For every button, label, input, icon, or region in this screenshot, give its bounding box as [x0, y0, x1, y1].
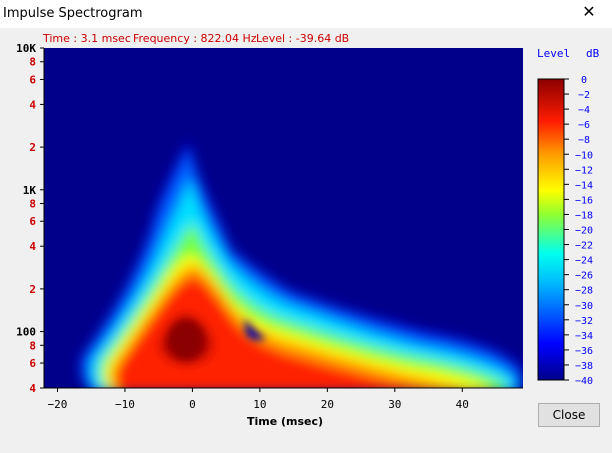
- colorbar-title-db: dB: [586, 47, 600, 60]
- spectrogram-chart: −20 −10 0 10 20 30 40 10K86421K8642100864 Time…: [16, 42, 600, 428]
- colorbar-tick-label: −20: [575, 226, 593, 237]
- colorbar-tick-label: −10: [575, 150, 593, 161]
- colorbar-title-level: Level: [537, 47, 570, 60]
- y-tick-label: 2: [29, 141, 36, 154]
- colorbar-tick-label: −40: [575, 376, 593, 387]
- x-tick-label: 40: [456, 398, 469, 411]
- colorbar-tick-label: −28: [575, 286, 593, 297]
- colorbar-tick-label: −6: [578, 120, 590, 131]
- y-tick-label: 8: [29, 339, 36, 352]
- colorbar-tick-label: −38: [575, 361, 593, 372]
- x-tick-label: 20: [321, 398, 334, 411]
- colorbar-tick-label: −14: [575, 180, 593, 191]
- x-tick-label: −10: [115, 398, 135, 411]
- y-tick-group: 10K86421K8642100864: [16, 42, 44, 395]
- x-tick-label: 30: [388, 398, 401, 411]
- colorbar-tick-label: −2: [578, 90, 590, 101]
- colorbar: [537, 78, 565, 381]
- y-tick-label: 2: [29, 283, 36, 296]
- colorbar-tick-group: 0 −2 −4 −6 −8 −10 −12 −14 −16 −18 −20 −22 −24 −26 −28 −…: [564, 75, 593, 387]
- y-tick-label: 4: [29, 240, 36, 253]
- colorbar-tick-label: −16: [575, 195, 593, 206]
- y-tick-label: 8: [29, 56, 36, 69]
- colorbar-tick-label: −32: [575, 316, 593, 327]
- y-tick-label: 4: [29, 98, 36, 111]
- y-tick-label: 100: [16, 326, 36, 339]
- colorbar-tick-label: −34: [575, 331, 593, 342]
- y-tick-label: 6: [29, 357, 36, 370]
- y-tick-label: 1K: [23, 184, 37, 197]
- y-tick-label: 10K: [16, 42, 36, 55]
- colorbar-tick-label: 0: [581, 75, 587, 86]
- y-tick-label: 8: [29, 198, 36, 211]
- colorbar-tick-label: −12: [575, 165, 593, 176]
- close-button[interactable]: Close: [538, 403, 600, 427]
- colorbar-tick-label: −26: [575, 271, 593, 282]
- x-tick-label: −20: [48, 398, 68, 411]
- heatmap-peak: [168, 320, 204, 360]
- y-tick-label: 6: [29, 73, 36, 86]
- y-tick-label: 6: [29, 215, 36, 228]
- colorbar-tick-label: −22: [575, 241, 593, 252]
- x-axis-label: Time (msec): [247, 415, 323, 428]
- colorbar-tick-label: −36: [575, 346, 593, 357]
- y-tick-label: 4: [29, 382, 36, 395]
- colorbar-tick-label: −24: [575, 256, 593, 267]
- colorbar-tick-label: −18: [575, 210, 593, 221]
- spectrogram-window: Impulse Spectrogram ✕ Time : 3.1 msec Fr…: [0, 0, 612, 453]
- colorbar-tick-label: −4: [578, 105, 590, 116]
- colorbar-tick-label: −30: [575, 301, 593, 312]
- x-tick-label: 0: [189, 398, 196, 411]
- x-tick-group: −20 −10 0 10 20 30 40: [48, 388, 469, 411]
- colorbar-tick-label: −8: [578, 135, 590, 146]
- x-tick-label: 10: [253, 398, 266, 411]
